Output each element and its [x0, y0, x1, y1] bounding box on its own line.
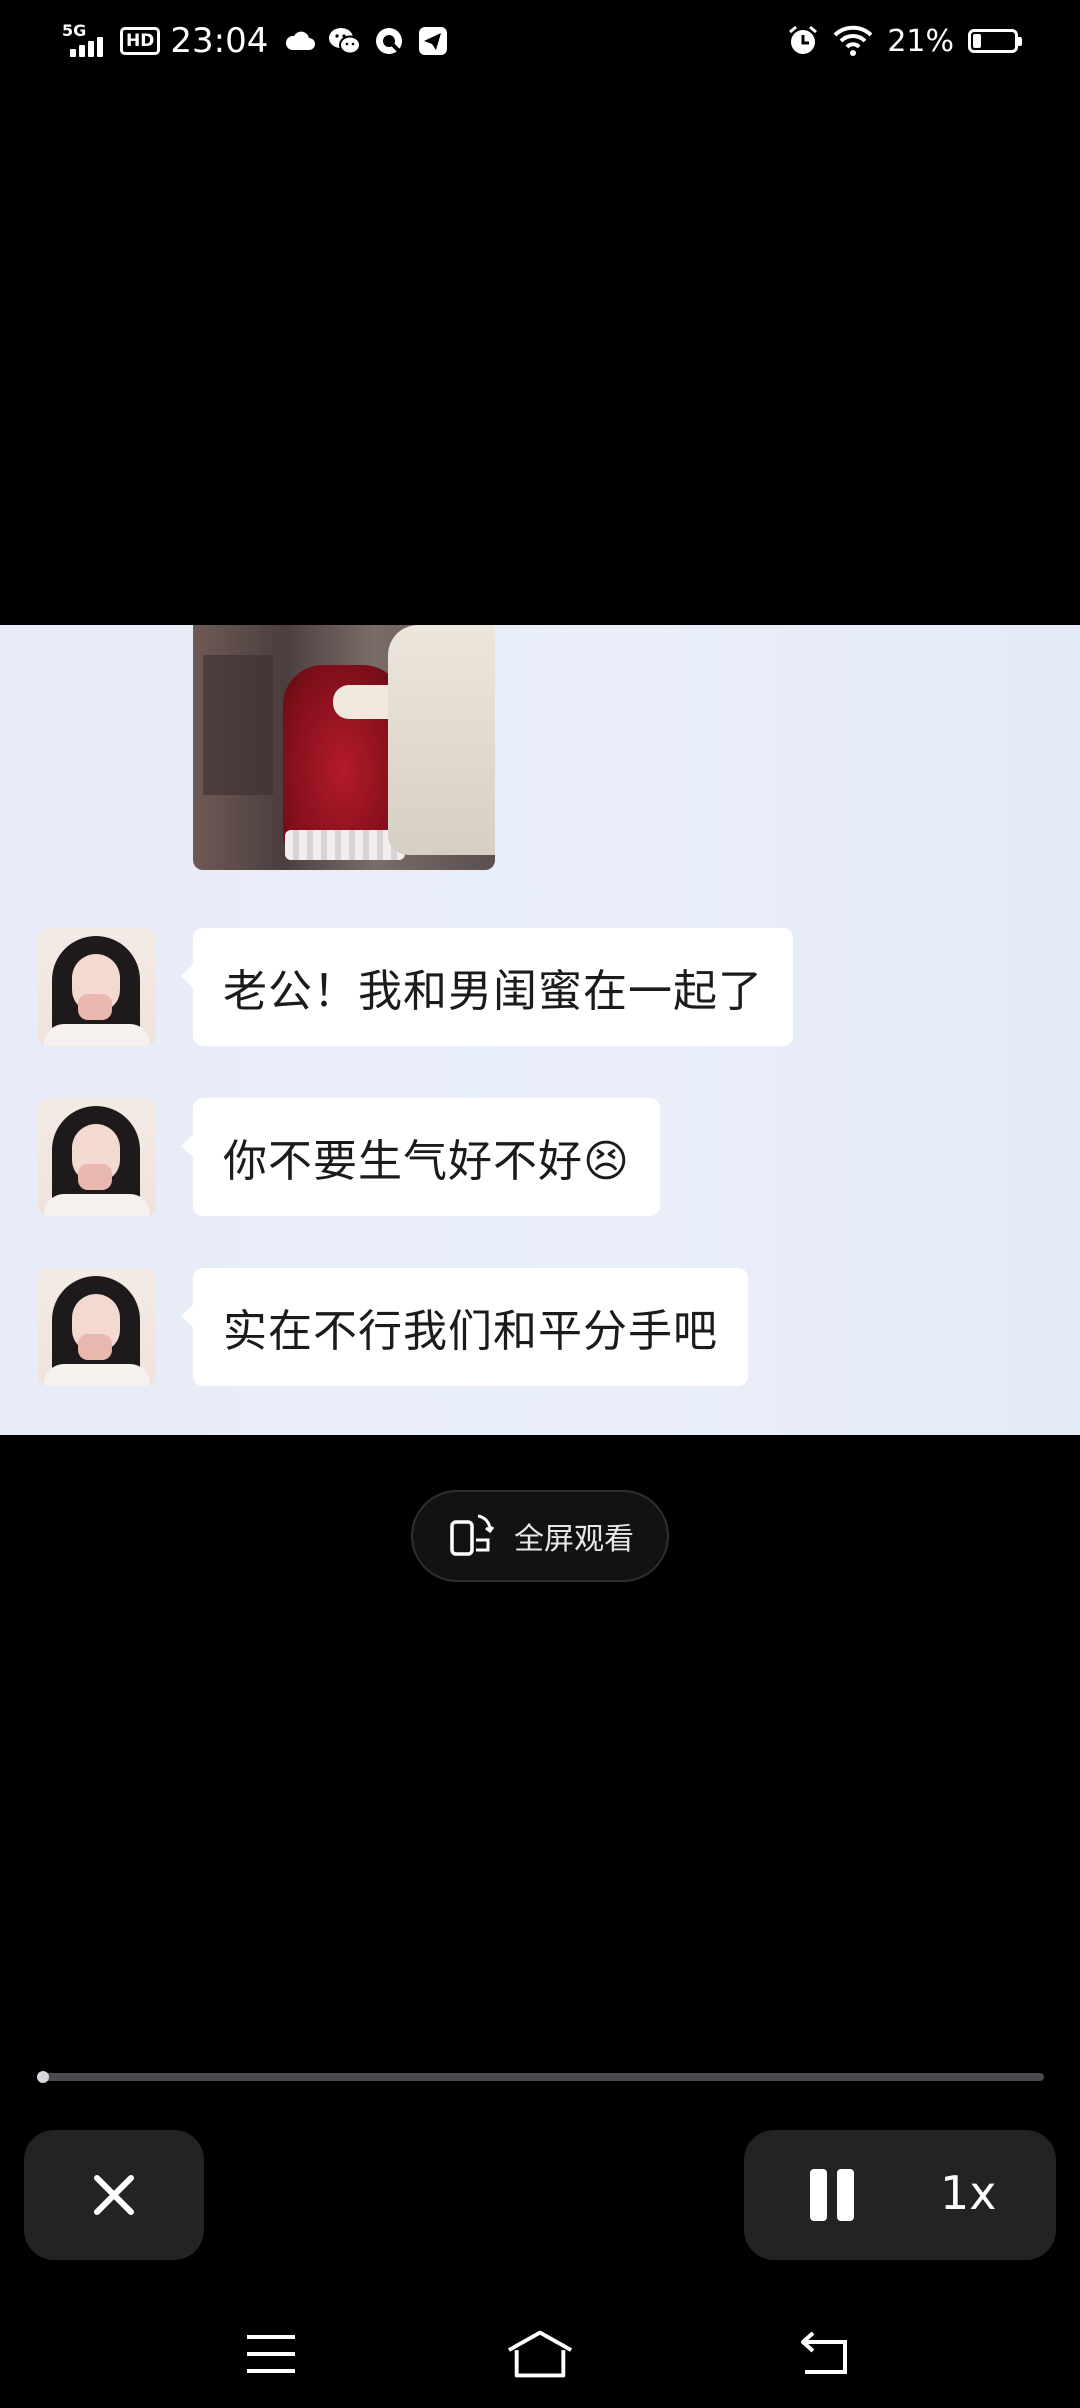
avatar [38, 1098, 156, 1216]
message-bubble: 老公！我和男闺蜜在一起了 [181, 928, 793, 1046]
avatar [38, 928, 156, 1046]
message-text: 实在不行我们和平分手吧 [223, 1306, 718, 1357]
playback-controls: 1x [744, 2130, 1056, 2260]
wifi-icon [833, 25, 873, 56]
q-icon [376, 28, 403, 55]
pause-button[interactable] [806, 2169, 856, 2221]
menu-icon [247, 2335, 295, 2373]
message-text: 你不要生气好不好😣 [223, 1136, 630, 1187]
wechat-icon [329, 28, 362, 55]
message-text: 老公！我和男闺蜜在一起了 [223, 966, 763, 1017]
telegram-icon [419, 27, 448, 55]
avatar [38, 1268, 156, 1386]
back-button[interactable] [790, 2322, 860, 2386]
home-icon [507, 2330, 573, 2378]
system-nav-bar [0, 2300, 1080, 2408]
home-button[interactable] [505, 2322, 575, 2386]
message-bubble: 你不要生气好不好😣 [181, 1098, 660, 1216]
menu-button[interactable] [236, 2322, 306, 2386]
battery-icon [968, 29, 1022, 53]
close-icon [94, 2175, 134, 2215]
clock-time: 23:04 [170, 21, 269, 61]
hd-badge: HD [120, 27, 161, 55]
back-icon [801, 2331, 847, 2374]
rotate-screen-icon [450, 1514, 495, 1556]
video-frame[interactable]: 老公！我和男闺蜜在一起了 你不要生气好不好😣 实在不行我们和平分手吧 [0, 625, 1080, 1435]
video-progress-bar[interactable] [37, 2071, 1044, 2083]
fullscreen-watch-label: 全屏观看 [514, 1522, 634, 1557]
network-type-label: 5G [62, 21, 87, 40]
progress-thumb[interactable] [37, 2071, 50, 2083]
cloud-icon [286, 31, 316, 50]
chat-photo-image [193, 625, 495, 870]
pause-icon [810, 2169, 827, 2221]
battery-percent: 21% [887, 23, 954, 59]
status-bar: 5G HD 23:04 21% [0, 0, 1080, 80]
playback-speed-button[interactable]: 1x [940, 2166, 997, 2220]
close-button[interactable] [24, 2130, 204, 2260]
cellular-signal-icon: 5G [62, 21, 110, 61]
message-bubble: 实在不行我们和平分手吧 [181, 1268, 748, 1386]
alarm-icon [789, 25, 818, 54]
fullscreen-watch-button[interactable]: 全屏观看 [411, 1490, 669, 1582]
